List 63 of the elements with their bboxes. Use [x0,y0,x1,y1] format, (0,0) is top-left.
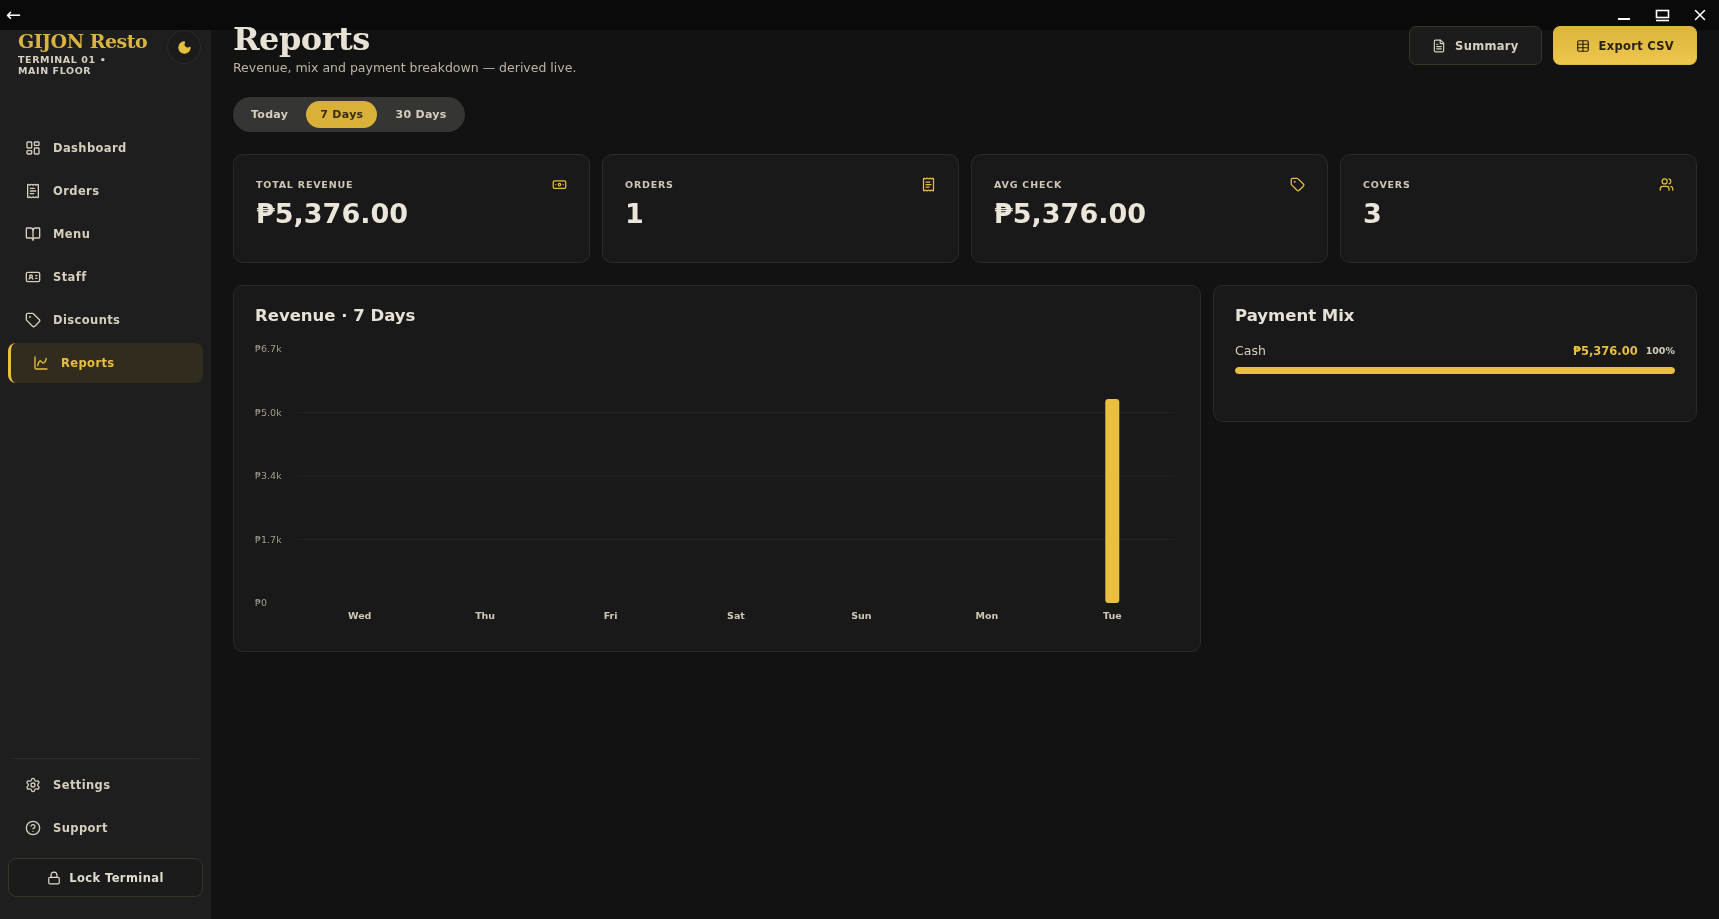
stat-value: 3 [1363,198,1383,229]
payment-amount: ₱5,376.00 [1572,343,1638,358]
page-subtitle: Revenue, mix and payment breakdown — derived live. [233,60,577,75]
stat-label: COVERS [1363,179,1411,190]
minimize-icon [1618,18,1630,20]
tag-icon [1290,177,1305,192]
nav-item[interactable]: Discounts [8,300,203,340]
receipt-icon [921,177,936,192]
nav-item[interactable]: Dashboard [8,128,203,168]
brand-name: GIJON Resto [18,30,148,52]
export-button[interactable]: Export CSV [1552,26,1697,65]
nav-item[interactable]: Menu [8,214,203,254]
payment-method-name: Cash [1235,343,1266,358]
stat-value: ₱5,376.00 [256,198,410,229]
card-title: Payment Mix [1235,306,1356,325]
dashboard-icon [25,140,41,156]
summary-button[interactable]: Summary [1409,26,1542,65]
nav-item[interactable]: Staff [8,257,203,297]
cash-icon [552,177,567,192]
stat-label: TOTAL REVENUE [256,179,354,190]
tag-icon [25,312,41,328]
chart-title: Revenue · 7 Days [255,306,417,325]
axis-category-label: Sat [727,610,745,621]
axis-category-label: Fri [603,610,618,621]
receipt-icon [25,183,41,199]
axis-tick-label: ₱3.4k [255,470,282,481]
axis-tick-label: ₱5.0k [255,406,282,418]
document-icon [1432,38,1447,53]
stat-value: 1 [625,198,645,229]
nav-item[interactable]: Support [8,808,203,848]
table-icon [1575,38,1590,53]
theme-toggle-button[interactable] [167,30,201,64]
axis-tick-label: ₱0 [255,597,268,608]
help-icon [25,820,41,836]
id-badge-icon [25,269,41,285]
book-icon [25,226,41,242]
axis-tick-label: ₱6.7k [255,343,282,354]
nav-item[interactable]: Settings [8,765,203,805]
maximize-icon [1654,8,1670,22]
chart-line-icon [33,355,49,371]
terminal-label: TERMINAL 01 • MAIN FLOOR [18,54,108,76]
stat-label: AVG CHECK [994,179,1063,190]
lock-icon [47,870,62,885]
range-tab[interactable]: Today [237,101,303,128]
payment-share: 100% [1645,345,1675,356]
stat-label: ORDERS [625,179,674,190]
axis-tick-label: ₱1.7k [255,533,282,545]
moon-icon [176,39,192,55]
axis-category-label: Tue [1102,610,1122,621]
nav-item[interactable]: Reports [8,343,203,383]
stat-value: ₱5,376.00 [994,198,1148,229]
axis-category-label: Mon [975,610,999,621]
range-tab[interactable]: 30 Days [381,101,461,128]
axis-category-label: Thu [475,610,496,621]
back-button[interactable]: ← [6,6,22,24]
axis-category-label: Sun [851,610,872,621]
page-title: Reports [233,20,371,58]
lock-terminal-button[interactable]: Lock Terminal [8,858,203,897]
axis-category-label: Wed [348,610,372,621]
people-icon [1659,177,1674,192]
nav-item[interactable]: Orders [8,171,203,211]
settings-icon [25,777,41,793]
range-tab[interactable]: 7 Days [306,101,378,128]
